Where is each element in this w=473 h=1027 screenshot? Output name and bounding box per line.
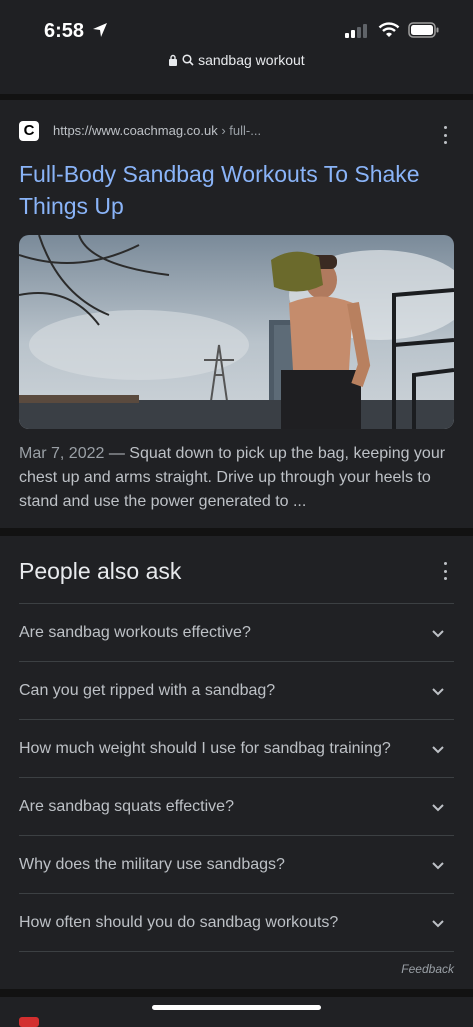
search-query: sandbag workout bbox=[198, 52, 305, 68]
divider bbox=[0, 528, 473, 536]
result-url-path: › full-... bbox=[217, 123, 262, 138]
chevron-down-icon bbox=[432, 745, 444, 753]
paa-question-text: Are sandbag workouts effective? bbox=[19, 623, 251, 641]
paa-question[interactable]: How often should you do sandbag workouts… bbox=[19, 893, 454, 952]
paa-question-text: Can you get ripped with a sandbag? bbox=[19, 681, 276, 699]
battery-icon bbox=[408, 22, 439, 38]
cellular-signal-icon bbox=[345, 24, 367, 38]
next-result-favicon bbox=[19, 1017, 39, 1027]
divider bbox=[0, 989, 473, 997]
chevron-down-icon bbox=[432, 919, 444, 927]
paa-question-text: How often should you do sandbag workouts… bbox=[19, 913, 339, 931]
paa-question[interactable]: Are sandbag squats effective? bbox=[19, 777, 454, 835]
status-time: 6:58 bbox=[44, 20, 85, 42]
status-bar bbox=[0, 0, 473, 94]
result-title-link[interactable]: Full-Body Sandbag Workouts To Shake Thin… bbox=[19, 158, 459, 222]
people-also-ask-list: Are sandbag workouts effective? Can you … bbox=[19, 603, 454, 952]
lock-icon bbox=[169, 54, 178, 66]
next-result-card bbox=[0, 997, 473, 1023]
chevron-down-icon bbox=[432, 687, 444, 695]
paa-question[interactable]: Are sandbag workouts effective? bbox=[19, 603, 454, 661]
wifi-icon bbox=[378, 22, 400, 37]
paa-question-text: Why does the military use sandbags? bbox=[19, 855, 285, 873]
paa-question-text: Are sandbag squats effective? bbox=[19, 797, 234, 815]
paa-more-options-icon[interactable] bbox=[442, 562, 448, 580]
people-also-ask-heading: People also ask bbox=[19, 558, 182, 584]
result-url-domain: https://www.coachmag.co.uk bbox=[53, 123, 218, 138]
chevron-down-icon bbox=[432, 803, 444, 811]
address-bar[interactable]: sandbag workout bbox=[0, 52, 473, 68]
result-snippet: Mar 7, 2022 — Squat down to pick up the … bbox=[19, 442, 459, 514]
result-more-options-icon[interactable] bbox=[442, 126, 448, 144]
result-date: Mar 7, 2022 bbox=[19, 445, 105, 462]
feedback-row: Feedback bbox=[0, 953, 473, 989]
paa-question[interactable]: Why does the military use sandbags? bbox=[19, 835, 454, 893]
search-icon bbox=[182, 54, 194, 66]
result-url[interactable]: https://www.coachmag.co.uk › full-... bbox=[53, 123, 261, 138]
location-arrow-icon bbox=[93, 23, 107, 37]
paa-question[interactable]: Can you get ripped with a sandbag? bbox=[19, 661, 454, 719]
home-indicator[interactable] bbox=[152, 1005, 321, 1010]
paa-question-text: How much weight should I use for sandbag… bbox=[19, 739, 391, 757]
result-thumbnail-image[interactable] bbox=[19, 235, 454, 429]
paa-question[interactable]: How much weight should I use for sandbag… bbox=[19, 719, 454, 777]
site-favicon: C bbox=[19, 121, 39, 141]
chevron-down-icon bbox=[432, 861, 444, 869]
feedback-link[interactable]: Feedback bbox=[401, 962, 454, 976]
chevron-down-icon bbox=[432, 629, 444, 637]
